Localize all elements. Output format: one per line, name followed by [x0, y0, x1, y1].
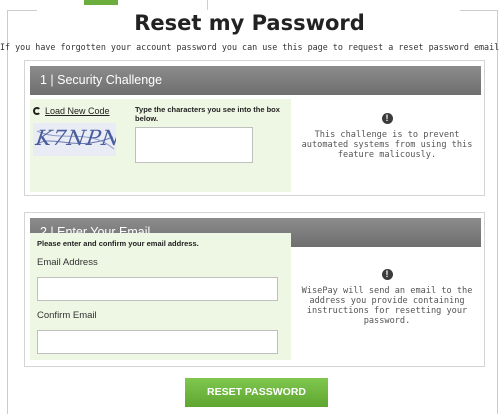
load-new-code-link[interactable]: Load New Code: [33, 106, 110, 116]
email-instructions: Please enter and confirm your email addr…: [37, 239, 199, 248]
captcha-box: Load New Code K7NPN Type the characters …: [30, 99, 291, 192]
email-info-text: WisePay will send an email to the addres…: [301, 286, 473, 326]
confirm-email-label: Confirm Email: [37, 310, 97, 321]
info-icon: !: [381, 113, 393, 124]
page-intro: If you have forgotten your account passw…: [0, 42, 499, 52]
captcha-instructions: Type the characters you see into the box…: [135, 105, 280, 123]
security-info: ! This challenge is to prevent automated…: [293, 113, 481, 160]
email-info: ! WisePay will send an email to the addr…: [293, 269, 481, 326]
enter-email-panel: 2 | Enter Your Email Please enter and co…: [24, 212, 485, 367]
email-form: Please enter and confirm your email addr…: [30, 233, 291, 360]
frame-border-left: [7, 10, 8, 414]
captcha-input[interactable]: [135, 127, 253, 163]
reset-password-button[interactable]: RESET PASSWORD: [185, 378, 328, 407]
captcha-characters: K7NPN: [34, 126, 116, 150]
security-challenge-header: 1 | Security Challenge: [30, 66, 481, 95]
page-title: Reset my Password: [134, 11, 365, 35]
info-icon: !: [381, 269, 393, 280]
email-address-label: Email Address: [37, 257, 98, 268]
frame-border-right: [497, 10, 498, 414]
security-challenge-panel: 1 | Security Challenge Load New Code K7N…: [24, 60, 485, 196]
logo-sliver: [84, 0, 118, 5]
email-address-input[interactable]: [37, 277, 278, 301]
captcha-image: K7NPN: [33, 123, 116, 156]
reload-icon: [33, 107, 41, 115]
confirm-email-input[interactable]: [37, 330, 278, 354]
top-divider: [207, 0, 208, 10]
security-info-text: This challenge is to prevent automated s…: [301, 130, 473, 160]
top-strip: [0, 0, 499, 10]
load-new-code-label: Load New Code: [45, 106, 110, 116]
